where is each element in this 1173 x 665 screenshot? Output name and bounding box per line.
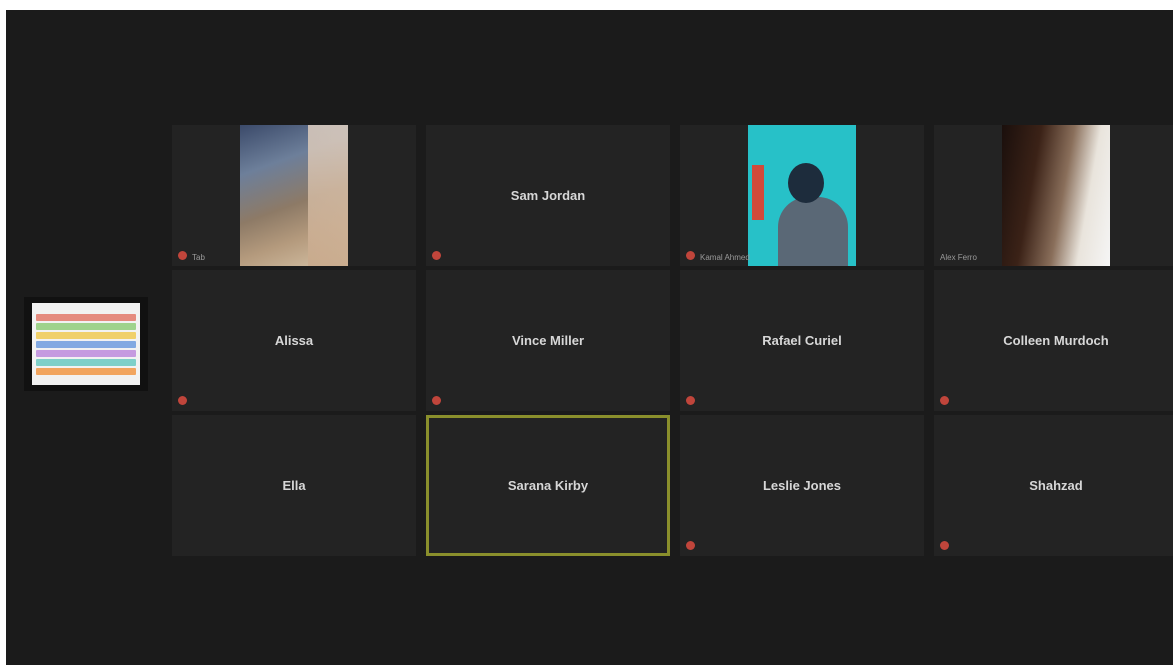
participant-tile[interactable]: Shahzad: [934, 415, 1173, 556]
mic-muted-icon: [686, 541, 695, 550]
mic-muted-icon: [432, 251, 441, 260]
participant-name: Colleen Murdoch: [1003, 333, 1109, 348]
video-person-head: [788, 163, 824, 203]
meeting-window: Tab Sam Jordan Kamal Ahmed Alex Ferro Al…: [6, 10, 1173, 665]
participant-tile[interactable]: Alex Ferro: [934, 125, 1173, 266]
participant-name: Alissa: [274, 333, 314, 348]
participant-name: Vince Miller: [511, 333, 584, 348]
participant-video: [1002, 125, 1110, 266]
mic-muted-icon: [178, 251, 187, 260]
participant-tile[interactable]: Sam Jordan: [426, 125, 670, 266]
participant-tile[interactable]: Tab: [172, 125, 416, 266]
participant-name: Sam Jordan: [510, 188, 586, 203]
participant-name: Ella: [282, 478, 306, 493]
mic-muted-icon: [686, 396, 695, 405]
video-background-detail: [752, 165, 764, 220]
shared-screen-row: [36, 322, 136, 330]
shared-screen-preview: [32, 303, 140, 385]
participant-tile[interactable]: Ella: [172, 415, 416, 556]
shared-screen-row: [36, 358, 136, 366]
shared-screen-row: [36, 349, 136, 357]
participant-name: Rafael Curiel: [762, 333, 842, 348]
participant-label: Alex Ferro: [940, 253, 977, 262]
mic-muted-icon: [940, 396, 949, 405]
participant-video: [240, 125, 348, 266]
participant-tile[interactable]: Colleen Murdoch: [934, 270, 1173, 411]
participant-name: Sarana Kirby: [507, 478, 589, 493]
participant-tile[interactable]: Leslie Jones: [680, 415, 924, 556]
participant-label: Tab: [192, 253, 205, 262]
shared-screen-row: [36, 367, 136, 375]
participant-video: [748, 125, 856, 266]
participant-tile[interactable]: Kamal Ahmed: [680, 125, 924, 266]
shared-screen-row: [36, 331, 136, 339]
participant-tile[interactable]: Vince Miller: [426, 270, 670, 411]
mic-muted-icon: [432, 396, 441, 405]
participant-tile[interactable]: Rafael Curiel: [680, 270, 924, 411]
mic-muted-icon: [178, 396, 187, 405]
mic-muted-icon: [940, 541, 949, 550]
shared-screen-row: [36, 313, 136, 321]
participant-label: Kamal Ahmed: [700, 253, 750, 262]
video-person-body: [778, 197, 848, 266]
shared-screen-row: [36, 340, 136, 348]
active-speaker-tile[interactable]: Sarana Kirby: [426, 415, 670, 556]
participant-name: Leslie Jones: [762, 478, 842, 493]
screen-share-thumbnail[interactable]: [24, 297, 148, 391]
participant-grid: Tab Sam Jordan Kamal Ahmed Alex Ferro Al…: [172, 125, 1173, 560]
participant-tile[interactable]: Alissa: [172, 270, 416, 411]
participant-name: Shahzad: [1029, 478, 1083, 493]
mic-muted-icon: [686, 251, 695, 260]
